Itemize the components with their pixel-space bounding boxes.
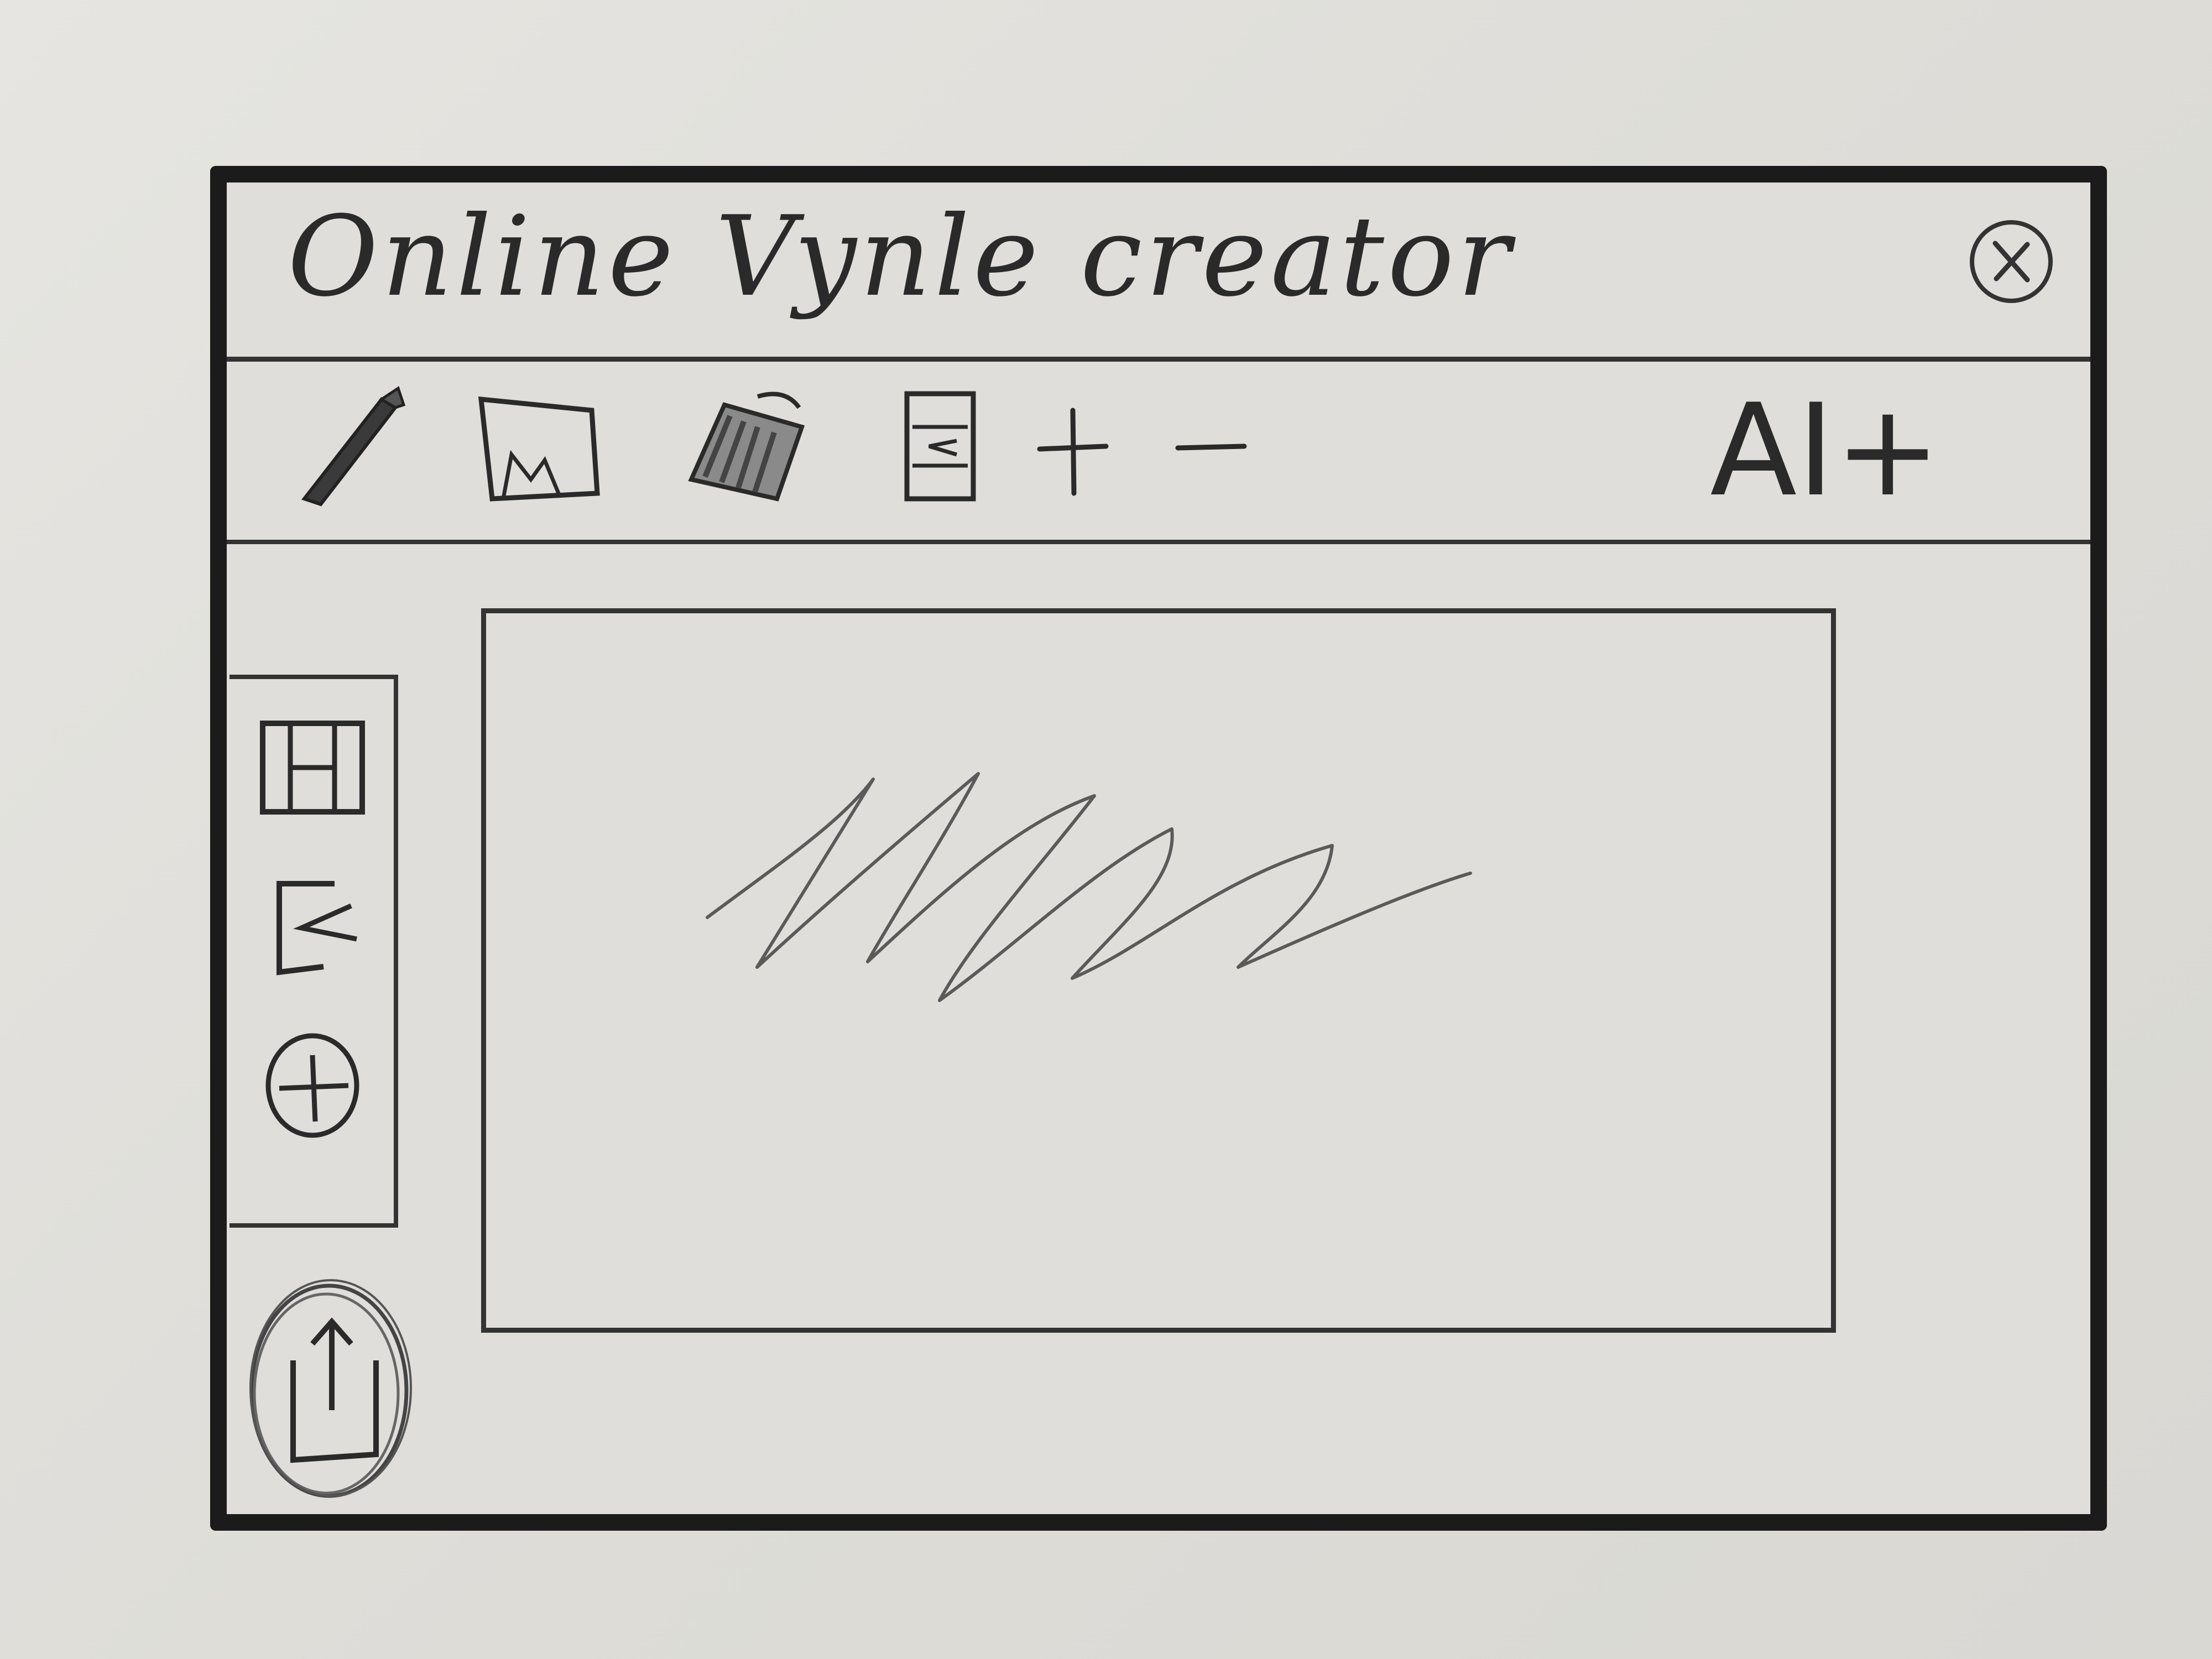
zoom-in-icon — [1037, 408, 1109, 496]
upload-button[interactable] — [243, 1277, 415, 1504]
paint-bucket-tool-button[interactable] — [675, 383, 813, 510]
pencil-tool-button[interactable] — [288, 383, 426, 510]
title-bar: Online Vynle creator — [227, 182, 2090, 362]
document-tool-button[interactable] — [874, 383, 1012, 510]
import-tool-button[interactable] — [257, 873, 368, 983]
close-icon — [1992, 241, 2030, 283]
zoom-out-button[interactable] — [1167, 383, 1255, 510]
add-icon — [265, 1033, 359, 1138]
layout-tool-button[interactable] — [257, 712, 368, 823]
app-window: Online Vynle creator AI+ — [210, 166, 2107, 1531]
layout-icon — [260, 721, 365, 815]
paint-bucket-icon — [688, 392, 805, 502]
toolbar: AI+ — [227, 362, 2090, 544]
zoom-in-button[interactable] — [1029, 383, 1117, 510]
image-tool-button[interactable] — [470, 383, 608, 510]
app-title: Online Vynle creator — [288, 192, 1514, 321]
import-icon — [276, 881, 357, 975]
upload-icon — [249, 1279, 412, 1498]
paper-background: Online Vynle creator AI+ — [0, 0, 2212, 1659]
canvas-scribble — [706, 772, 1472, 1002]
add-tool-button[interactable] — [257, 1027, 368, 1138]
zoom-out-icon — [1175, 444, 1247, 451]
close-button[interactable] — [1970, 220, 2053, 303]
document-import-icon — [904, 391, 976, 502]
drawing-canvas[interactable] — [481, 608, 1836, 1333]
image-icon — [478, 396, 600, 502]
pencil-icon — [301, 386, 406, 507]
sidebar — [229, 675, 398, 1228]
ai-assist-button[interactable]: AI+ — [1710, 377, 1941, 525]
